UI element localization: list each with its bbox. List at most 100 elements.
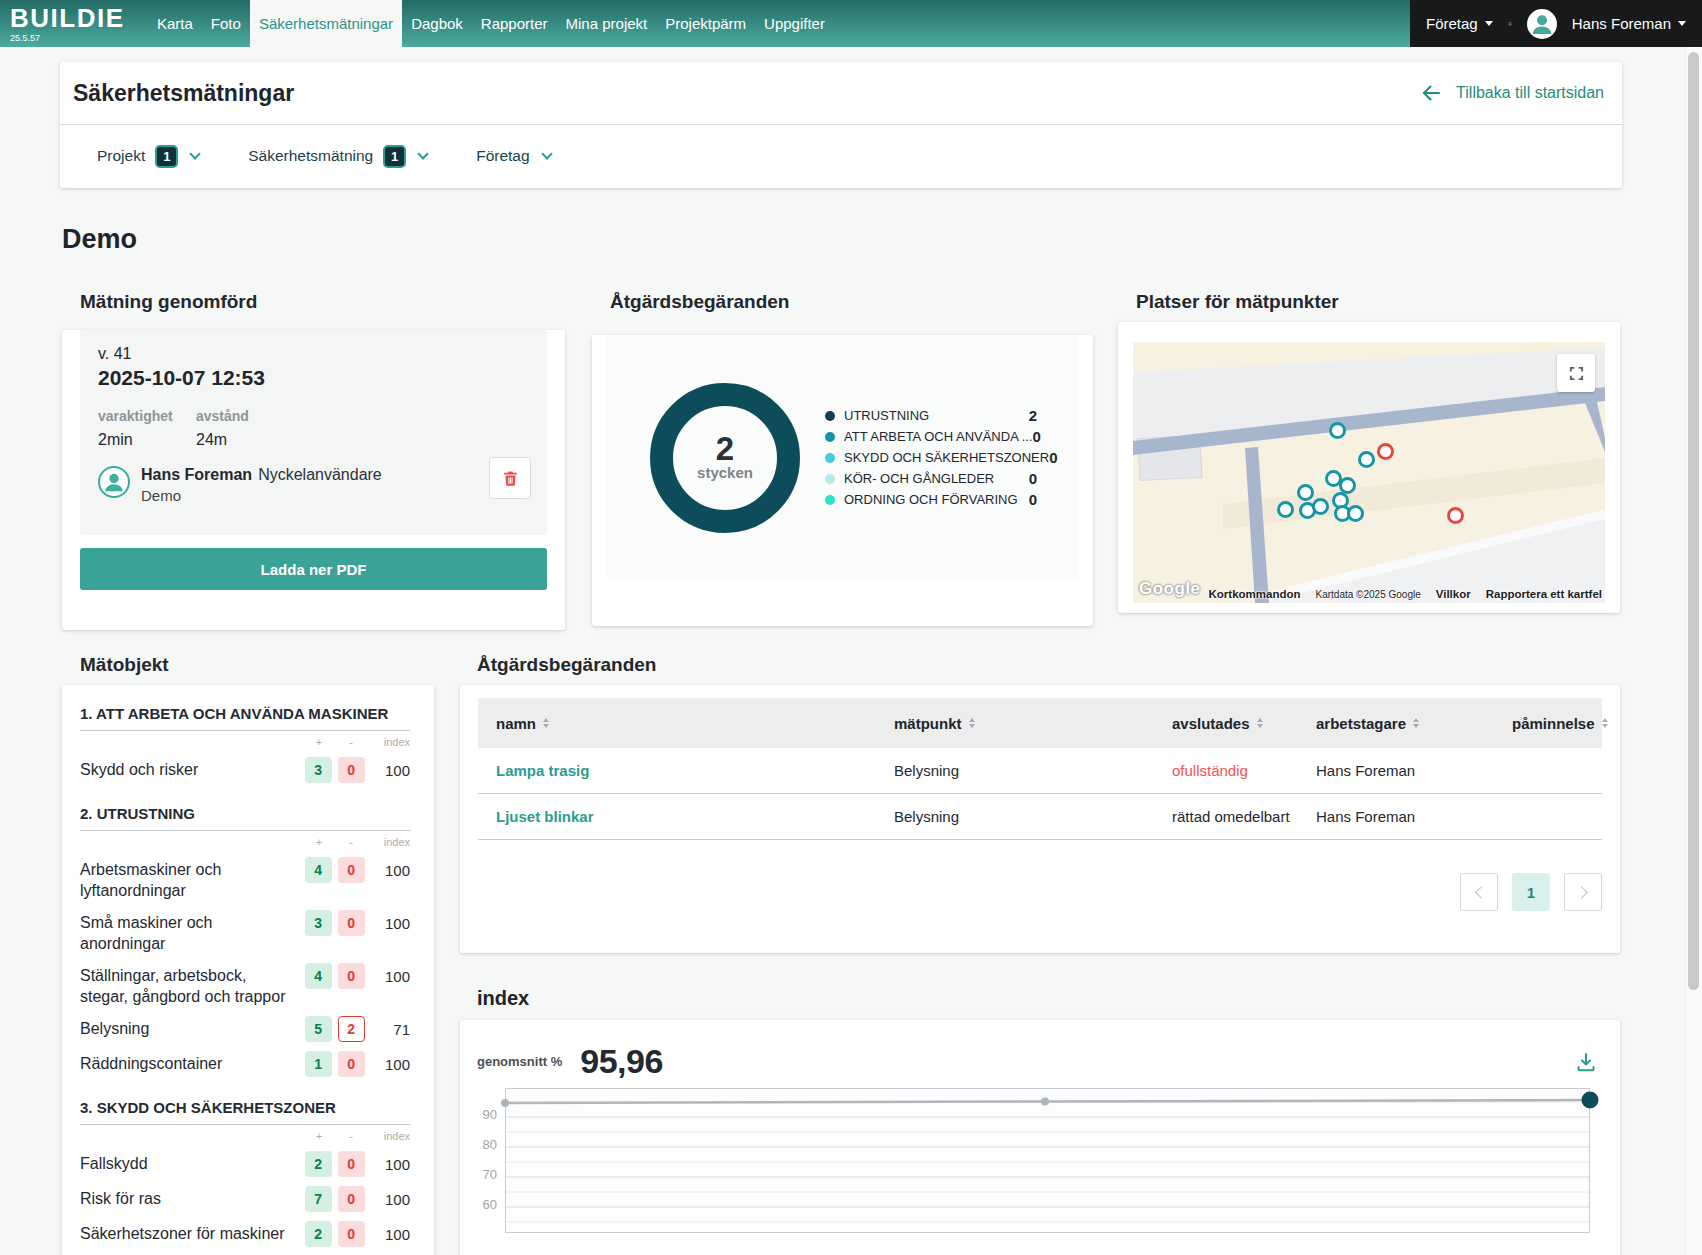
google-logo[interactable]: Google [1139,579,1201,599]
map-marker-teal[interactable] [1347,505,1364,522]
measure-object-label: Arbetsmaskiner och lyftanordningar [80,857,305,901]
map-fullscreen-button[interactable] [1557,354,1595,392]
index-value: 100 [365,910,410,932]
map-marker-teal[interactable] [1329,422,1346,439]
column-header-matpunkt[interactable]: mätpunkt [876,715,1154,732]
action-summary-card: 2 stycken UTRUSTNING 2 ATT ARBETA OCH AN… [592,335,1093,626]
download-chart-button[interactable] [1574,1050,1598,1074]
index-value: 100 [365,1051,410,1073]
person-avatar [98,466,130,498]
company-menu[interactable]: Företag [1426,15,1493,32]
plus-count-badge: 4 [305,963,332,989]
scrollbar-thumb[interactable] [1688,52,1699,990]
plus-count-badge: 1 [305,1051,332,1077]
minus-count-badge: 0 [338,1186,365,1212]
distance-value: 24m [196,431,249,449]
plus-count-badge: 3 [305,910,332,936]
average-value: 95,96 [580,1042,663,1081]
nav-item-karta[interactable]: Karta [148,0,202,47]
nav-item-rapporter[interactable]: Rapporter [472,0,557,47]
minus-count-badge: 0 [338,910,365,936]
filter-foretag[interactable]: Företag [476,147,550,165]
column-header-namn[interactable]: namn [478,715,876,732]
map-terms-link[interactable]: Villkor [1436,588,1471,600]
measure-objects-section: Mätobjekt 1. ATT ARBETA OCH ANVÄNDA MASK… [62,655,434,1255]
download-pdf-button[interactable]: Ladda ner PDF [80,548,547,590]
pagination-next-button[interactable] [1564,873,1602,911]
filter-sakerhetsmatning[interactable]: Säkerhetsmätning 1 [248,145,427,168]
nav-item-sakerhetsmatningar[interactable]: Säkerhetsmätningar [250,0,402,47]
filter-projekt-count: 1 [155,145,178,168]
measure-object-row: Säkerhetszoner för maskiner20100 [80,1221,410,1247]
nav-user-area: Företag Hans Foreman [1410,0,1702,47]
measure-object-label: Säkerhetszoner för maskiner [80,1221,305,1244]
measurement-datetime: 2025-10-07 12:53 [98,366,529,390]
minus-count-badge: 0 [338,1221,365,1247]
measure-object-row: Räddningscontainer10100 [80,1051,410,1077]
action-table-card: namn mätpunkt avslutades arbetstagare på… [460,685,1620,953]
top-nav: BUILDIE 25.5.57 Karta Foto Säkerhetsmätn… [0,0,1702,47]
measure-object-row: Fallskydd20100 [80,1151,410,1177]
user-menu[interactable]: Hans Foreman [1572,15,1686,32]
action-table-title: Åtgärdsbegäranden [477,655,1620,675]
chevron-down-icon [418,148,429,159]
column-header-avslutades[interactable]: avslutades [1154,715,1298,732]
measurement-section: Mätning genomförd v. 41 2025-10-07 12:53… [62,292,565,630]
app-logo[interactable]: BUILDIE 25.5.57 [0,0,148,47]
nav-item-foto[interactable]: Foto [202,0,250,47]
action-table-section: Åtgärdsbegäranden namn mätpunkt avslutad… [460,655,1620,953]
user-avatar[interactable] [1527,9,1557,39]
pagination-page-1[interactable]: 1 [1512,873,1550,911]
notifications-bell-icon[interactable] [1508,13,1512,35]
map-marker-teal[interactable] [1358,451,1375,468]
map-marker-teal[interactable] [1297,484,1314,501]
filter-projekt[interactable]: Projekt 1 [97,145,199,168]
plus-count-badge: 3 [305,757,332,783]
project-title: Demo [62,224,137,255]
caret-down-icon [1485,21,1493,26]
donut-chart: 2 stycken [650,383,800,533]
map-report-error-link[interactable]: Rapportera ett kartfel [1486,588,1602,600]
user-menu-name: Hans Foreman [1572,15,1671,32]
nav-menu: Karta Foto Säkerhetsmätningar Dagbok Rap… [148,0,834,47]
map-marker-red[interactable] [1447,507,1464,524]
map-canvas[interactable]: Google Kortkommandon Kartdata ©2025 Goog… [1133,342,1605,603]
map-background [1133,342,1605,603]
action-request-link[interactable]: Lampa trasig [478,762,876,779]
legend-dot [825,453,835,463]
nav-item-projektparm[interactable]: Projektpärm [656,0,755,47]
table-header: namn mätpunkt avslutades arbetstagare på… [478,698,1602,748]
column-header-paminnelse[interactable]: påminnelse [1494,715,1626,732]
back-to-start-link[interactable]: Tillbaka till startsidan [1419,81,1604,105]
delete-measurement-button[interactable] [489,457,531,499]
map-marker-teal[interactable] [1277,501,1294,518]
map-shortcuts-link[interactable]: Kortkommandon [1209,588,1301,600]
filter-sakerhetsmatning-count: 1 [383,145,406,168]
column-header-arbetstagare[interactable]: arbetstagare [1298,715,1494,732]
legend-dot [825,411,835,421]
chevron-left-icon [1475,886,1488,899]
index-value: 100 [365,1151,410,1173]
map-card: Google Kortkommandon Kartdata ©2025 Goog… [1118,322,1620,613]
company-menu-label: Företag [1426,15,1478,32]
action-summary-title: Åtgärdsbegäranden [610,292,1093,312]
table-row: Lampa trasig Belysning ofullständig Hans… [478,748,1602,794]
measurement-card: v. 41 2025-10-07 12:53 varaktighet 2min … [62,330,565,630]
caret-down-icon [1678,21,1686,26]
minus-count-badge: 0 [338,1051,365,1077]
map-marker-teal[interactable] [1312,498,1329,515]
map-attribution: Kortkommandon Kartdata ©2025 Google Vill… [1209,588,1603,600]
action-request-link[interactable]: Ljuset blinkar [478,808,876,825]
legend-dot [825,432,835,442]
measure-objects-group: 2. UTRUSTNING+-indexArbetsmaskiner och l… [80,805,410,1077]
group-column-headers: +-index [80,1130,410,1142]
nav-item-uppgifter[interactable]: Uppgifter [755,0,834,47]
legend-item: UTRUSTNING 2 [825,405,1037,426]
minus-count-badge: 0 [338,757,365,783]
nav-item-dagbok[interactable]: Dagbok [402,0,472,47]
pagination-prev-button[interactable] [1460,873,1498,911]
scrollbar-track[interactable] [1685,0,1702,1255]
nav-item-mina-projekt[interactable]: Mina projekt [557,0,657,47]
chevron-down-icon [541,148,552,159]
map-marker-red[interactable] [1377,443,1394,460]
